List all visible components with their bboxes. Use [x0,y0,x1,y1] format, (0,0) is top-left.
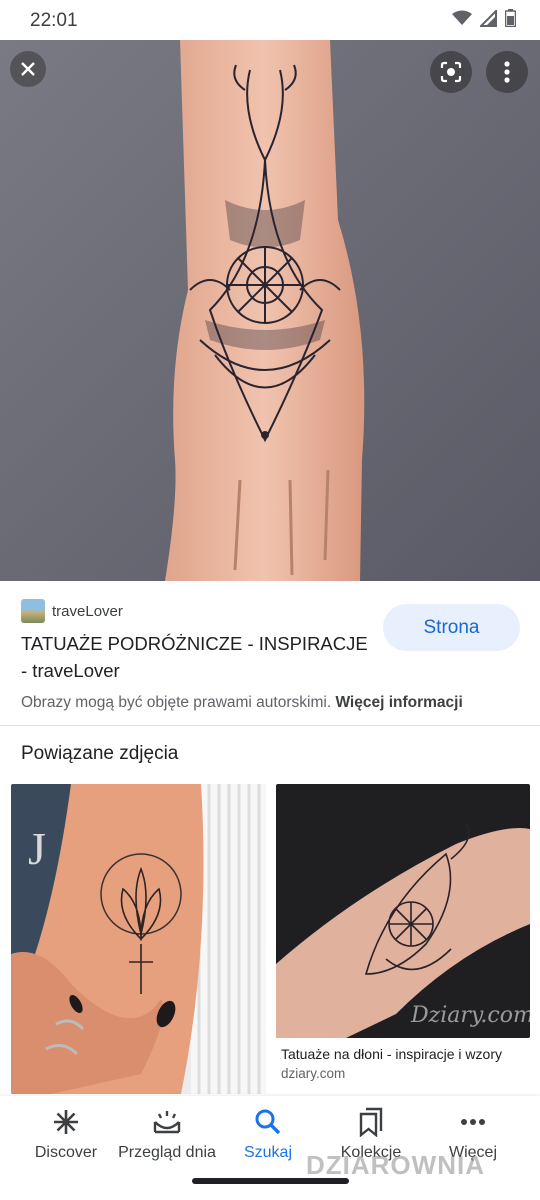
nav-discover[interactable]: Discover [14,1106,118,1162]
search-icon [255,1109,281,1135]
related-image-1[interactable]: J [11,784,266,1094]
lens-icon [440,61,462,83]
asterisk-icon [54,1110,78,1134]
signal-icon [478,8,497,32]
gesture-bar[interactable] [192,1178,349,1184]
lens-search-button[interactable] [430,51,472,93]
related-item-title[interactable]: Tatuaże na dłoni - inspiracje i wzory [281,1046,536,1062]
related-image-2[interactable]: Dziary.com [276,784,530,1038]
watermark: DZIAROWNIA [306,1150,485,1180]
result-title[interactable]: TATUAŻE PODRÓŻNICZE - INSPIRACJE - trave… [21,630,371,684]
sunrise-icon [153,1111,181,1134]
nav-search[interactable]: Szukaj [216,1106,320,1162]
collections-icon [359,1107,383,1137]
more-info-link[interactable]: Więcej informacji [335,694,462,711]
divider [0,725,540,726]
visit-page-button[interactable]: Strona [383,604,520,651]
svg-text:J: J [28,823,46,874]
more-vert-icon [504,61,510,83]
close-icon [21,62,35,76]
related-heading: Powiązane zdjęcia [21,743,179,764]
status-time: 22:01 [30,10,78,31]
close-button[interactable] [10,51,46,87]
bottom-navigation: Discover Przegląd dnia Szukaj Kolekcje W… [0,1096,540,1200]
hero-image[interactable] [0,40,540,581]
copyright-text: Obrazy mogą być objęte prawami autorskim… [21,694,332,711]
svg-text:Dziary.com: Dziary.com [410,1003,530,1028]
battery-icon [504,9,517,32]
related-item-source: dziary.com [281,1066,346,1081]
copyright-notice: Obrazy mogą być objęte prawami autorskim… [21,694,463,712]
source-row[interactable]: traveLover [21,599,123,623]
source-name: traveLover [52,602,123,620]
status-bar: 22:01 [0,0,540,40]
status-icons [452,8,517,32]
site-favicon [21,599,45,623]
more-horiz-icon [461,1119,485,1125]
wifi-icon [452,10,472,31]
more-options-button[interactable] [486,51,528,93]
nav-daily-overview[interactable]: Przegląd dnia [115,1106,219,1162]
